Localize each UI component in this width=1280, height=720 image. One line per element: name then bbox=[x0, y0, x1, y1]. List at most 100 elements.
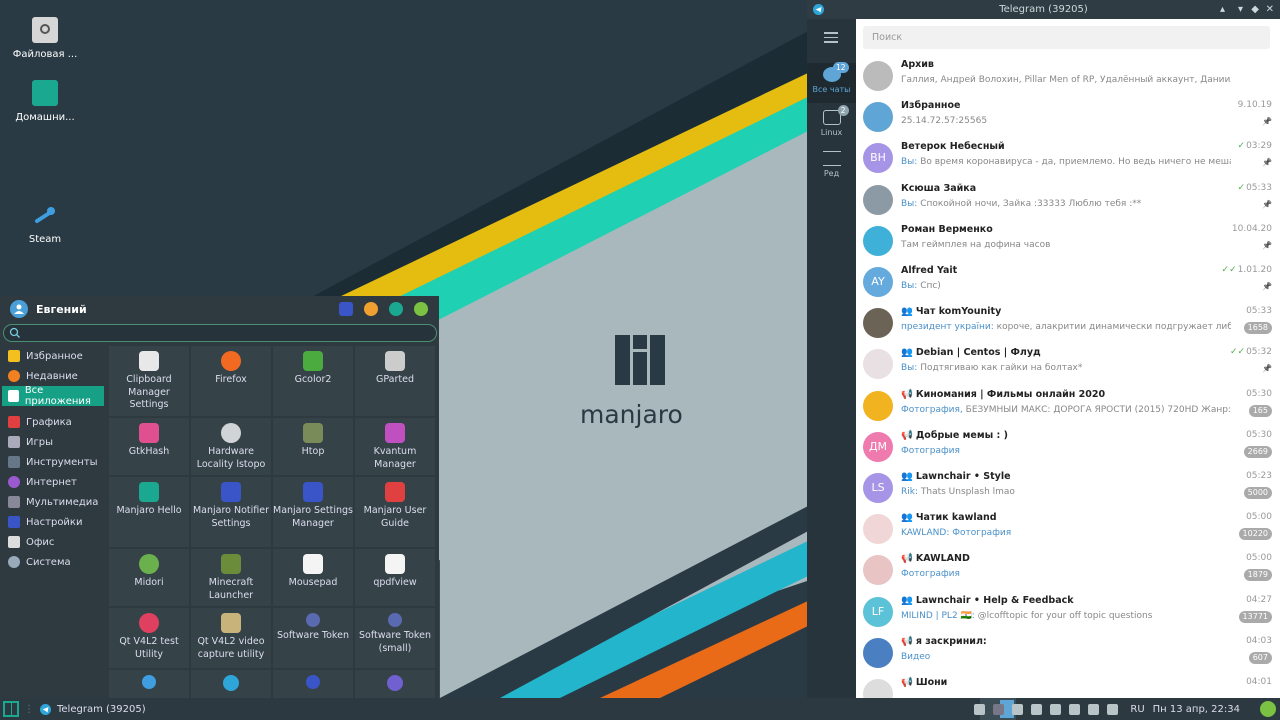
app-software-token[interactable]: Software Token bbox=[273, 608, 353, 668]
keyboard-layout[interactable]: RU bbox=[1130, 704, 1144, 715]
chat-name: Архив bbox=[901, 59, 934, 70]
chat-preview: Вы: Спс) bbox=[901, 281, 1231, 291]
chat-item[interactable]: 📢 KAWLAND 05:00 Фотография 1879 bbox=[856, 550, 1280, 591]
chat-name: Alfred Yait bbox=[901, 265, 958, 276]
category-favorites[interactable]: Избранное bbox=[2, 346, 104, 366]
app-manjaro-notifier-settings[interactable]: Manjaro Notifier Settings bbox=[191, 477, 271, 547]
folder-edit[interactable]: Ред bbox=[807, 148, 856, 184]
menu-search-input[interactable] bbox=[3, 324, 437, 342]
category-multimedia[interactable]: Мультимедиа bbox=[2, 492, 104, 512]
volume-icon[interactable] bbox=[1107, 703, 1119, 715]
chat-item[interactable]: Ксюша Зайка ✓05:33 Вы: Спокойной ночи, Зай… bbox=[856, 180, 1280, 221]
app-minecraft-launcher[interactable]: Minecraft Launcher bbox=[191, 549, 271, 606]
chat-time: 04:01 bbox=[1246, 677, 1272, 687]
keep-above-icon[interactable]: ▴ bbox=[1220, 0, 1225, 19]
app-gparted[interactable]: GParted bbox=[355, 346, 435, 416]
attachment-icon[interactable] bbox=[1088, 703, 1100, 715]
chat-item[interactable]: 👥 Debian | Centos | Флуд ✓✓05:32 Вы: Подтяг… bbox=[856, 344, 1280, 385]
app-clipboard-manager-settings[interactable]: Clipboard Manager Settings bbox=[109, 346, 189, 416]
chat-item[interactable]: 📢 я заскринил: 04:03 Видео 607 bbox=[856, 633, 1280, 674]
desktop-icon-home[interactable]: Домашни... bbox=[0, 80, 90, 123]
unread-badge: 607 bbox=[1248, 651, 1272, 664]
hamburger-menu-icon[interactable] bbox=[824, 32, 838, 43]
app-manjaro-user-guide[interactable]: Manjaro User Guide bbox=[355, 477, 435, 547]
chat-preview: 25.14.72.57:25565 bbox=[901, 116, 1231, 126]
desktop-icon-filesystem[interactable]: Файловая ... bbox=[0, 17, 90, 60]
chat-item[interactable]: Архив Галлия, Андрей Волохин, Pillar Men… bbox=[856, 56, 1280, 97]
category-recent[interactable]: Недавние bbox=[2, 366, 104, 386]
chat-name-line: Ветерок Небесный bbox=[901, 141, 1005, 152]
chat-item[interactable]: Избранное 9.10.19 25.14.72.57:25565 📌 bbox=[856, 97, 1280, 138]
app-steam[interactable] bbox=[109, 670, 189, 698]
chat-search-input[interactable]: Поиск bbox=[863, 26, 1270, 49]
bluetooth-icon[interactable] bbox=[993, 703, 1005, 715]
minimize-icon[interactable]: ▾ bbox=[1238, 0, 1243, 19]
chat-time-line: ✓✓05:32 bbox=[1230, 347, 1272, 357]
switch-user-icon[interactable] bbox=[389, 302, 403, 316]
category-tools[interactable]: Инструменты bbox=[2, 452, 104, 472]
category-internet[interactable]: Интернет bbox=[2, 472, 104, 492]
app-htop[interactable]: Htop bbox=[273, 418, 353, 475]
app-bluetooth[interactable] bbox=[273, 670, 353, 698]
chat-name: Добрые мемы : ) bbox=[915, 429, 1008, 441]
lock-screen-icon[interactable] bbox=[364, 302, 378, 316]
chat-item[interactable]: Роман Верменко 10.04.20 Там геймплея на д… bbox=[856, 221, 1280, 262]
chat-item[interactable]: 👥 Чатик kawland 05:00 KAWLAND: Фотография 1… bbox=[856, 509, 1280, 550]
app-gtkhash[interactable]: GtkHash bbox=[109, 418, 189, 475]
chat-item[interactable]: ВН Ветерок Небесный ✓03:29 Вы: Во время кор… bbox=[856, 138, 1280, 179]
app-gcolor2[interactable]: Gcolor2 bbox=[273, 346, 353, 416]
tools-icon bbox=[8, 456, 20, 468]
folder-all-chats[interactable]: 12 Все чаты bbox=[807, 62, 856, 103]
chat-time: 04:27 bbox=[1246, 594, 1272, 605]
app-web-browser[interactable] bbox=[355, 670, 435, 698]
clock[interactable]: Пн 13 апр, 22:34 bbox=[1153, 704, 1240, 715]
app-qpdfview[interactable]: qpdfview bbox=[355, 549, 435, 606]
app-firefox[interactable]: Firefox bbox=[191, 346, 271, 416]
clipboard-tray-icon[interactable] bbox=[1050, 703, 1062, 715]
chat-tray-icon[interactable] bbox=[1069, 703, 1081, 715]
manjaro-logo: manjaro bbox=[580, 335, 710, 429]
app-midori[interactable]: Midori bbox=[109, 549, 189, 606]
unread-badge: 5000 bbox=[1243, 487, 1272, 499]
chat-item[interactable]: LS 👥 Lawnchair • Style 05:23 Rik: Thats Unsp… bbox=[856, 468, 1280, 509]
app-software-token-small[interactable]: Software Token (small) bbox=[355, 608, 435, 668]
chat-preview-text: Во время коронавируса - да, приемлемо. Н… bbox=[920, 157, 1231, 168]
desktop-icon-steam[interactable]: Steam bbox=[0, 202, 90, 245]
category-games[interactable]: Игры bbox=[2, 432, 104, 452]
chat-item[interactable]: 📢 Киномания | Фильмы онлайн 2020 05:30 Фото… bbox=[856, 386, 1280, 427]
category-office[interactable]: Офис bbox=[2, 532, 104, 552]
chat-preview: Вы: Спокойной ночи, Зайка :33333 Люблю т… bbox=[901, 199, 1231, 209]
app-qt-v4l2-test-utility[interactable]: Qt V4L2 test Utility bbox=[109, 608, 189, 668]
folder-linux[interactable]: 2 Linux bbox=[807, 105, 856, 143]
steam-tray-icon[interactable] bbox=[1012, 703, 1024, 715]
app-telegram[interactable] bbox=[191, 670, 271, 698]
logout-icon[interactable] bbox=[414, 302, 428, 316]
category-system[interactable]: Система bbox=[2, 552, 104, 572]
app-manjaro-hello[interactable]: Manjaro Hello bbox=[109, 477, 189, 547]
close-icon[interactable]: ✕ bbox=[1266, 0, 1274, 19]
network-icon[interactable] bbox=[974, 703, 986, 715]
notification-icon[interactable] bbox=[1260, 701, 1276, 717]
chat-avatar: ДМ bbox=[863, 431, 893, 462]
chat-item[interactable]: AY Alfred Yait ✓✓1.01.20 Вы: Спс) 📌 bbox=[856, 262, 1280, 303]
category-settings[interactable]: Настройки bbox=[2, 512, 104, 532]
app-mousepad[interactable]: Mousepad bbox=[273, 549, 353, 606]
manjaro-menu-button[interactable] bbox=[3, 701, 19, 717]
settings-manager-icon[interactable] bbox=[339, 302, 353, 316]
maximize-icon[interactable]: ◆ bbox=[1251, 0, 1259, 19]
chat-item[interactable]: ДМ 📢 Добрые мемы : ) 05:30 Фотография 2669 bbox=[856, 427, 1280, 468]
app-kvantum-manager[interactable]: Kvantum Manager bbox=[355, 418, 435, 475]
application-menu: Евгений Избранное Недавние Все приложени… bbox=[0, 296, 439, 698]
taskbar-window-telegram[interactable]: Telegram (39205) bbox=[40, 703, 146, 715]
app-hardware-locality-lstopo[interactable]: Hardware Locality lstopo bbox=[191, 418, 271, 475]
category-graphics[interactable]: Графика bbox=[2, 412, 104, 432]
edit-list-icon bbox=[822, 151, 841, 166]
telegram-titlebar[interactable]: Telegram (39205) ▴ ▾ ◆ ✕ bbox=[807, 0, 1280, 19]
chat-item[interactable]: LF 👥 Lawnchair • Help & Feedback 04:27 MILIN… bbox=[856, 592, 1280, 633]
shield-icon[interactable] bbox=[1031, 703, 1043, 715]
category-all-apps[interactable]: Все приложения bbox=[2, 385, 104, 407]
chat-item[interactable]: 👥 Чат komYounity 05:33 президент україни: к… bbox=[856, 303, 1280, 344]
chat-item[interactable]: 📢 Шони 04:01 bbox=[856, 674, 1280, 698]
app-manjaro-settings-manager[interactable]: Manjaro Settings Manager bbox=[273, 477, 353, 547]
app-qt-v4l2-video-capture[interactable]: Qt V4L2 video capture utility bbox=[191, 608, 271, 668]
